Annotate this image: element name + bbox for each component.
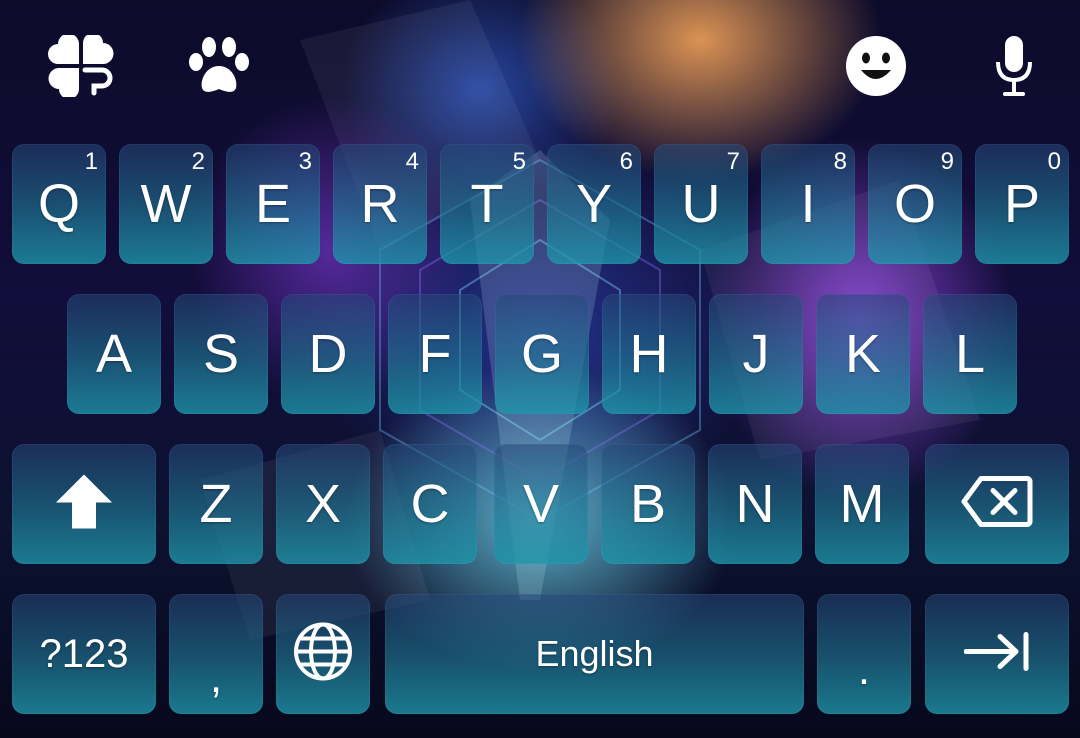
key-hint: 2 bbox=[191, 148, 205, 175]
key-d[interactable]: D bbox=[281, 294, 375, 414]
key-label: S bbox=[202, 324, 240, 384]
key-t[interactable]: 5 T bbox=[440, 144, 534, 264]
globe-icon bbox=[293, 622, 353, 687]
key-y[interactable]: 6 Y bbox=[547, 144, 641, 264]
key-hint: 5 bbox=[512, 148, 526, 175]
key-label: K bbox=[844, 324, 882, 384]
comma-label: , bbox=[209, 653, 223, 702]
key-g[interactable]: G bbox=[495, 294, 589, 414]
key-label: Y bbox=[575, 174, 613, 234]
key-hint: 0 bbox=[1047, 148, 1061, 175]
key-label: R bbox=[360, 174, 400, 234]
space-bar[interactable]: English bbox=[385, 594, 804, 714]
key-label: T bbox=[470, 174, 504, 234]
key-h[interactable]: H bbox=[602, 294, 696, 414]
key-hint: 6 bbox=[619, 148, 633, 175]
key-label: E bbox=[254, 174, 292, 234]
key-u[interactable]: 7 U bbox=[654, 144, 748, 264]
key-label: U bbox=[681, 174, 721, 234]
key-label: H bbox=[629, 324, 669, 384]
key-i[interactable]: 8 I bbox=[761, 144, 855, 264]
symbols-label: ?123 bbox=[39, 632, 129, 676]
key-s[interactable]: S bbox=[174, 294, 268, 414]
key-q[interactable]: 1 Q bbox=[12, 144, 106, 264]
key-label: Q bbox=[37, 174, 80, 234]
shift-key[interactable] bbox=[12, 444, 156, 564]
key-n[interactable]: N bbox=[708, 444, 802, 564]
key-j[interactable]: J bbox=[709, 294, 803, 414]
key-hint: 7 bbox=[726, 148, 740, 175]
key-o[interactable]: 9 O bbox=[868, 144, 962, 264]
key-v[interactable]: V bbox=[494, 444, 588, 564]
key-a[interactable]: A bbox=[67, 294, 161, 414]
key-label: V bbox=[522, 474, 560, 534]
key-b[interactable]: B bbox=[601, 444, 695, 564]
key-label: A bbox=[95, 324, 133, 384]
backspace-key[interactable] bbox=[925, 444, 1069, 564]
key-label: C bbox=[410, 474, 450, 534]
microphone-icon[interactable] bbox=[978, 30, 1050, 102]
key-label: X bbox=[304, 474, 342, 534]
paw-icon[interactable] bbox=[183, 30, 255, 102]
key-c[interactable]: C bbox=[383, 444, 477, 564]
key-k[interactable]: K bbox=[816, 294, 910, 414]
period-key[interactable]: . bbox=[817, 594, 911, 714]
emoji-icon[interactable] bbox=[840, 30, 912, 102]
period-label: . bbox=[857, 645, 871, 694]
key-label: D bbox=[308, 324, 348, 384]
key-hint: 1 bbox=[84, 148, 98, 175]
key-label: W bbox=[140, 174, 192, 234]
key-z[interactable]: Z bbox=[169, 444, 263, 564]
key-label: G bbox=[520, 324, 563, 384]
symbols-key[interactable]: ?123 bbox=[12, 594, 156, 714]
key-hint: 3 bbox=[298, 148, 312, 175]
key-label: P bbox=[1003, 174, 1041, 234]
enter-key[interactable] bbox=[925, 594, 1069, 714]
clover-icon[interactable] bbox=[45, 30, 117, 102]
key-label: B bbox=[629, 474, 667, 534]
key-x[interactable]: X bbox=[276, 444, 370, 564]
space-label: English bbox=[535, 633, 654, 674]
key-label: O bbox=[893, 174, 936, 234]
key-label: I bbox=[800, 174, 816, 234]
tab-arrow-icon bbox=[963, 632, 1030, 677]
key-hint: 4 bbox=[405, 148, 419, 175]
comma-key[interactable]: , bbox=[169, 594, 263, 714]
key-hint: 8 bbox=[833, 148, 847, 175]
shift-icon bbox=[54, 473, 114, 536]
key-m[interactable]: M bbox=[815, 444, 909, 564]
key-label: F bbox=[418, 324, 452, 384]
key-label: L bbox=[954, 324, 986, 384]
key-hint: 9 bbox=[940, 148, 954, 175]
language-key[interactable] bbox=[276, 594, 370, 714]
key-label: Z bbox=[199, 474, 233, 534]
backspace-icon bbox=[961, 476, 1033, 533]
key-label: M bbox=[839, 474, 885, 534]
key-w[interactable]: 2 W bbox=[119, 144, 213, 264]
key-r[interactable]: 4 R bbox=[333, 144, 427, 264]
key-p[interactable]: 0 P bbox=[975, 144, 1069, 264]
key-label: N bbox=[735, 474, 775, 534]
key-f[interactable]: F bbox=[388, 294, 482, 414]
key-e[interactable]: 3 E bbox=[226, 144, 320, 264]
key-l[interactable]: L bbox=[923, 294, 1017, 414]
key-label: J bbox=[742, 324, 770, 384]
